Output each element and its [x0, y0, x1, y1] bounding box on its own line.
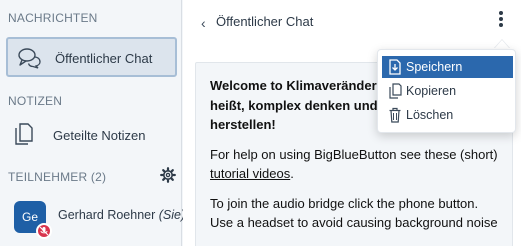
chat-icon — [18, 48, 41, 69]
shared-notes-label: Geteilte Notizen — [53, 128, 146, 143]
chat-options-menu: Speichern Kopieren Löschen — [377, 49, 516, 133]
notes-header: NOTIZEN — [8, 94, 63, 108]
menu-caret — [494, 40, 510, 49]
menu-item-delete[interactable]: Löschen — [382, 104, 513, 126]
save-icon — [389, 59, 401, 75]
public-chat-label: Öffentlicher Chat — [55, 51, 153, 66]
notes-icon — [15, 123, 33, 145]
copy-icon — [389, 83, 402, 99]
messages-header: NACHRICHTEN — [8, 11, 98, 25]
participant-name: Gerhard Roehner (Sie) — [58, 208, 186, 222]
menu-item-save[interactable]: Speichern — [382, 56, 513, 78]
menu-item-copy[interactable]: Kopieren — [382, 80, 513, 102]
page-title[interactable]: Öffentlicher Chat — [216, 14, 313, 29]
more-options-icon[interactable] — [493, 9, 509, 33]
muted-mic-icon — [36, 223, 52, 239]
participant-row[interactable]: Ge Gerhard Roehner (Sie) — [6, 195, 185, 241]
sidebar-item-public-chat[interactable]: Öffentlicher Chat — [6, 37, 177, 77]
chevron-left-icon[interactable]: ‹ — [201, 15, 206, 31]
trash-icon — [389, 107, 401, 123]
sidebar: NACHRICHTEN Öffentlicher Chat NOTIZEN Ge… — [0, 0, 185, 246]
participants-header: TEILNEHMER (2) — [8, 170, 107, 184]
sidebar-item-shared-notes[interactable]: Geteilte Notizen — [6, 116, 177, 156]
tutorial-link[interactable]: tutorial videos — [210, 166, 290, 181]
gear-icon[interactable] — [160, 167, 176, 183]
